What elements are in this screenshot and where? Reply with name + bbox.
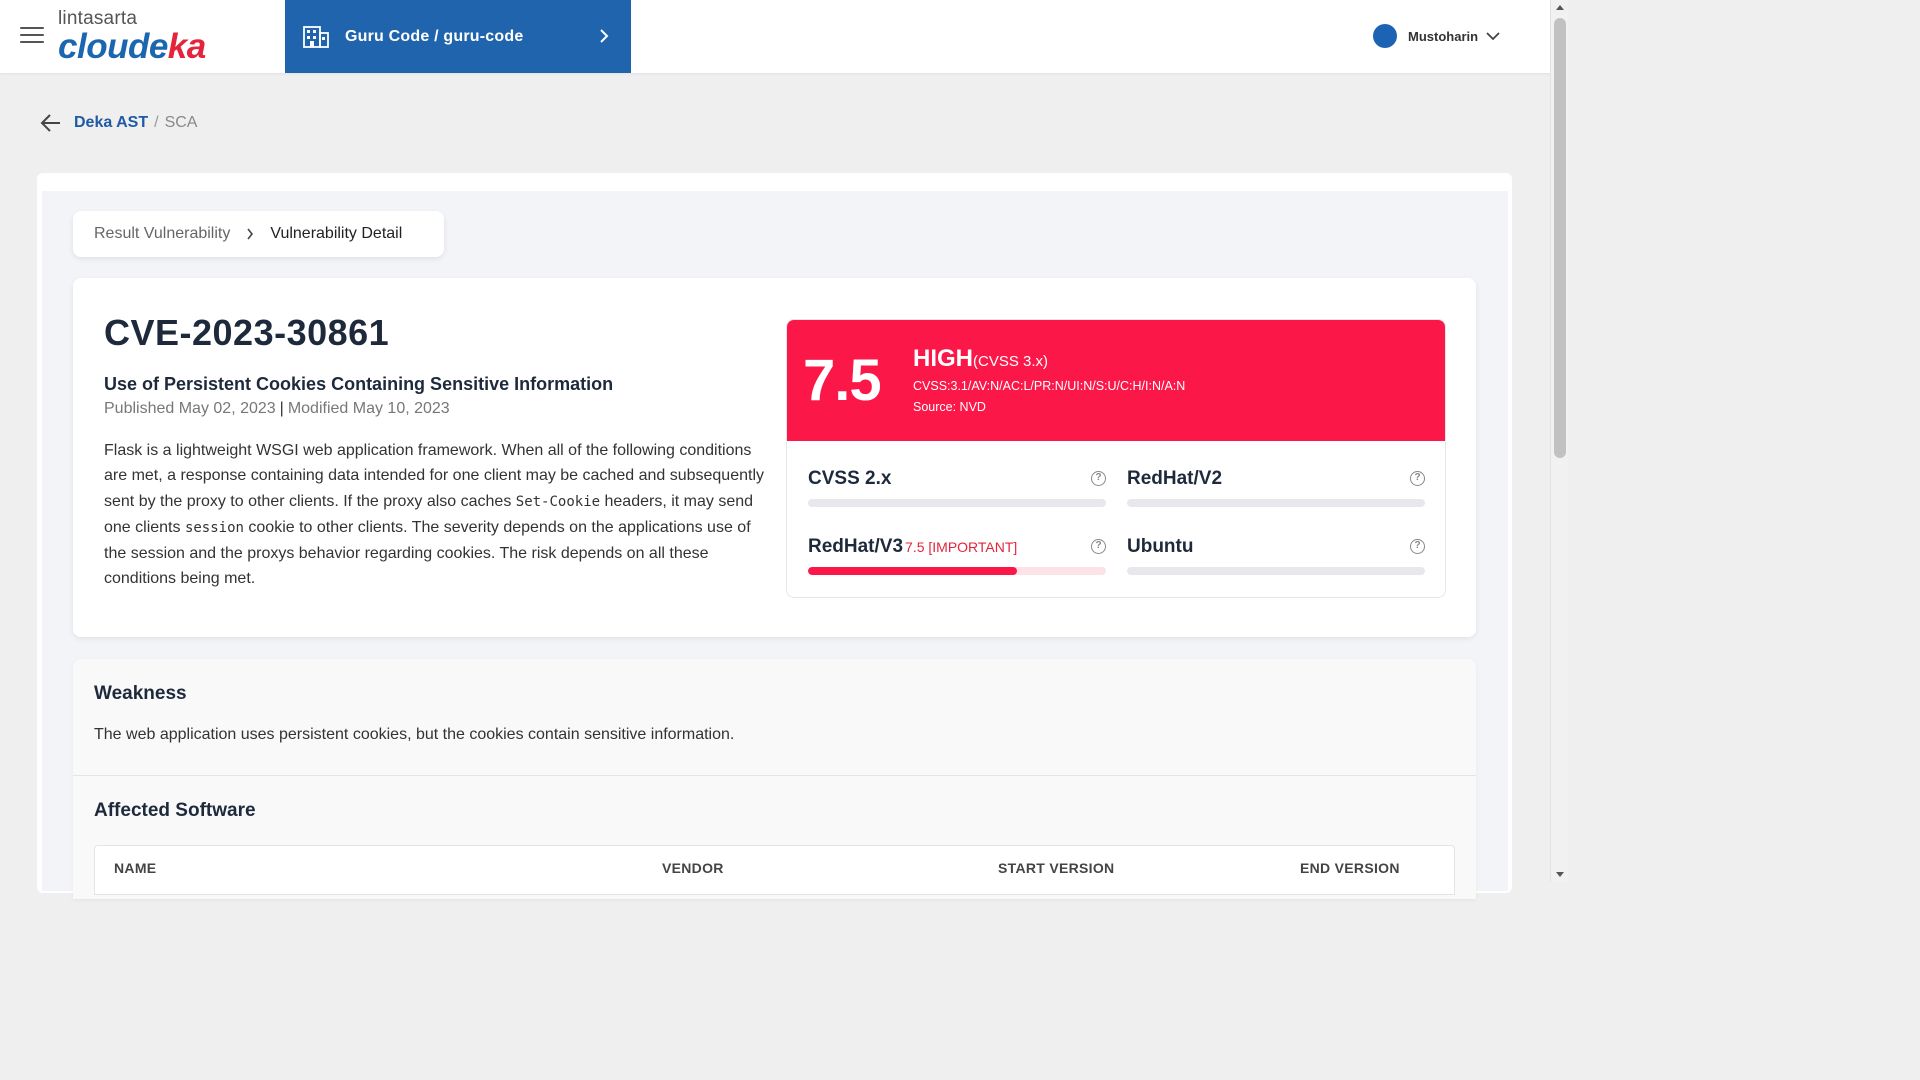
weakness-text: The web application uses persistent cook… xyxy=(94,726,735,743)
cve-card: CVE-2023-30861 Use of Persistent Cookies… xyxy=(73,278,1476,637)
code-set-cookie: Set-Cookie xyxy=(515,493,601,510)
scroll-down-icon[interactable] xyxy=(1556,872,1564,877)
affected-table-header: NAME VENDOR START VERSION END VERSION xyxy=(94,845,1455,895)
cve-dates: Published May 02, 2023 | Modified May 10, … xyxy=(104,400,450,417)
score-bar xyxy=(1127,499,1425,507)
weakness-card: Weakness The web application uses persis… xyxy=(73,659,1476,899)
scrollbar-thumb[interactable] xyxy=(1554,18,1566,458)
cve-description: Flask is a lightweight WSGI web applicat… xyxy=(104,442,764,588)
help-icon[interactable]: ? xyxy=(1091,471,1106,486)
modified-date: Modified May 10, 2023 xyxy=(287,400,450,417)
user-name: Mustoharin xyxy=(1408,28,1479,44)
breadcrumb-result-vulnerability[interactable]: Result Vulnerability xyxy=(94,225,230,243)
logo[interactable]: lintasarta cloudeka xyxy=(58,8,206,66)
help-icon[interactable]: ? xyxy=(1091,539,1106,554)
cve-id: CVE-2023-30861 xyxy=(104,312,390,353)
user-menu[interactable]: Mustoharin xyxy=(1373,24,1500,48)
breadcrumb-deka-ast[interactable]: Deka AST xyxy=(74,114,148,132)
menu-icon[interactable] xyxy=(20,27,44,45)
severity: HIGH(CVSS 3.x) xyxy=(913,345,1049,372)
arrow-left-icon[interactable] xyxy=(40,113,62,133)
scroll-up-icon[interactable] xyxy=(1556,5,1564,10)
column-name[interactable]: NAME xyxy=(114,860,156,876)
score-source: Source: NVD xyxy=(913,400,986,414)
chevron-right-icon xyxy=(247,228,254,240)
score-bar xyxy=(1127,567,1425,575)
code-session: session xyxy=(184,519,244,536)
building-icon xyxy=(303,25,329,48)
breadcrumb: Deka AST / SCA xyxy=(40,113,197,133)
metric-redhat-v3: RedHat/V3 7.5 [IMPORTANT] ? xyxy=(808,536,1106,575)
chevron-right-icon xyxy=(600,29,609,43)
help-icon[interactable]: ? xyxy=(1410,471,1425,486)
detail-breadcrumb: Result Vulnerability Vulnerability Detai… xyxy=(73,211,444,257)
weakness-title: Weakness xyxy=(94,683,187,704)
avatar xyxy=(1373,24,1397,48)
cvss-version: (CVSS 3.x) xyxy=(973,353,1049,370)
score-header: 7.5 HIGH(CVSS 3.x) CVSS:3.1/AV:N/AC:L/PR… xyxy=(787,320,1445,441)
affected-software-title: Affected Software xyxy=(94,800,256,821)
breadcrumb-sca: SCA xyxy=(164,114,198,131)
published-date: Published May 02, 2023 xyxy=(104,400,276,417)
logo-wordmark: cloudeka xyxy=(58,27,206,66)
score-bar-fill xyxy=(808,567,1017,575)
help-icon[interactable]: ? xyxy=(1410,539,1425,554)
breadcrumb-separator: / xyxy=(154,114,159,131)
column-end-version[interactable]: END VERSION xyxy=(1300,860,1400,876)
page-scrollbar[interactable] xyxy=(1550,0,1568,882)
metric-ubuntu: Ubuntu ? xyxy=(1127,536,1425,575)
score-bar xyxy=(808,567,1106,575)
top-bar: lintasarta cloudeka Guru Code / guru-cod… xyxy=(0,0,1550,73)
column-vendor[interactable]: VENDOR xyxy=(662,860,724,876)
redhat-v3-value: 7.5 [IMPORTANT] xyxy=(905,539,1018,555)
organization-label: Guru Code / guru-code xyxy=(345,27,524,45)
score-bar xyxy=(808,499,1106,507)
column-start-version[interactable]: START VERSION xyxy=(998,860,1114,876)
metric-redhat-v2: RedHat/V2 ? xyxy=(1127,468,1425,507)
chevron-down-icon xyxy=(1486,32,1500,41)
cvss-score: 7.5 xyxy=(803,348,882,413)
breadcrumb-vulnerability-detail: Vulnerability Detail xyxy=(270,225,403,242)
score-panel: 7.5 HIGH(CVSS 3.x) CVSS:3.1/AV:N/AC:L/PR… xyxy=(786,319,1446,598)
metric-cvss2: CVSS 2.x ? xyxy=(808,468,1106,507)
cvss-vector: CVSS:3.1/AV:N/AC:L/PR:N/UI:N/S:U/C:H/I:N… xyxy=(913,379,1186,393)
divider xyxy=(73,775,1476,776)
cve-title: Use of Persistent Cookies Containing Sen… xyxy=(104,374,614,394)
organization-switcher[interactable]: Guru Code / guru-code xyxy=(285,0,631,73)
